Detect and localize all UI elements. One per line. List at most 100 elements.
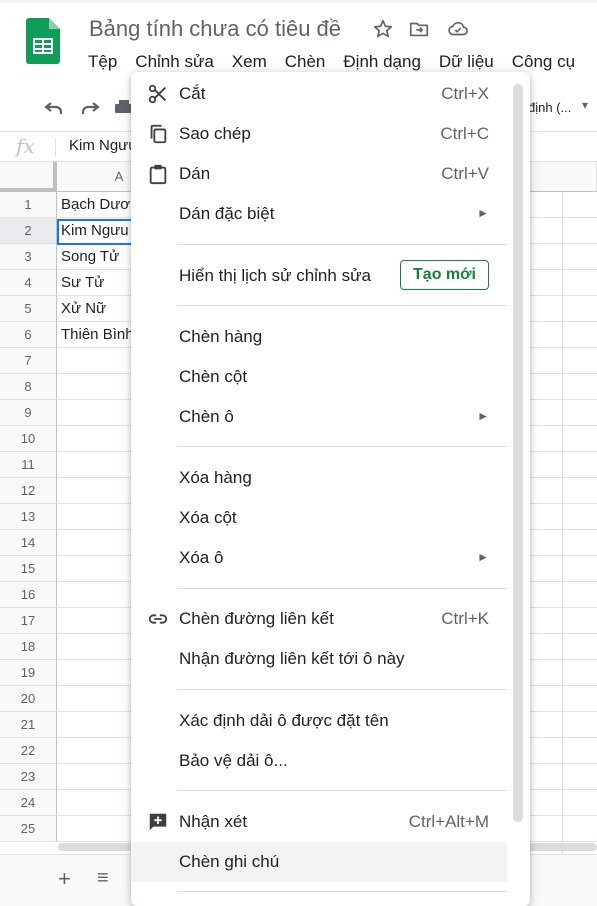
row-header[interactable]: 25 bbox=[0, 816, 57, 842]
menu-format[interactable]: Định dạng bbox=[343, 52, 421, 74]
row-header[interactable]: 16 bbox=[0, 582, 57, 608]
row-header[interactable]: 15 bbox=[0, 556, 57, 582]
menu-label: Cắt bbox=[179, 84, 206, 103]
menu-shortcut: Ctrl+K bbox=[441, 609, 489, 628]
menu-shortcut: Ctrl+V bbox=[441, 164, 489, 183]
menu-edit[interactable]: Chỉnh sửa bbox=[135, 52, 213, 74]
row-header[interactable]: 4 bbox=[0, 270, 57, 296]
submenu-arrow-icon: ► bbox=[477, 550, 489, 564]
new-button[interactable]: Tạo mới bbox=[400, 260, 489, 290]
menu-label: Nhận đường liên kết tới ô này bbox=[179, 649, 405, 668]
move-folder-icon[interactable] bbox=[408, 18, 430, 40]
row-header[interactable]: 3 bbox=[0, 244, 57, 270]
context-menu: Cắt Ctrl+X Sao chép Ctrl+C Dán Ctrl+V Dá… bbox=[131, 72, 530, 906]
menu-item-insert-cells[interactable]: Chèn ô ► bbox=[131, 397, 507, 437]
menu-item-comment[interactable]: Nhận xét Ctrl+Alt+M bbox=[131, 802, 507, 842]
menu-item-insert-column[interactable]: Chèn cột bbox=[131, 357, 507, 397]
row-header[interactable]: 19 bbox=[0, 660, 57, 686]
row-header[interactable]: 23 bbox=[0, 764, 57, 790]
top-border bbox=[0, 0, 597, 3]
menu-label: Chèn ghi chú bbox=[179, 852, 280, 871]
all-sheets-icon[interactable]: ≡ bbox=[97, 867, 109, 890]
menu-data[interactable]: Dữ liệu bbox=[439, 52, 494, 74]
fx-icon: fx bbox=[16, 134, 35, 158]
menu-item-insert-note[interactable]: Chèn ghi chú bbox=[131, 842, 507, 882]
menu-view[interactable]: Xem bbox=[232, 52, 267, 74]
menu-label: Sao chép bbox=[179, 124, 251, 143]
menu-separator bbox=[177, 305, 507, 306]
row-header[interactable]: 21 bbox=[0, 712, 57, 738]
copy-icon bbox=[150, 124, 167, 144]
menu-label: Xóa ô bbox=[179, 548, 224, 567]
link-icon bbox=[148, 614, 168, 624]
row-header[interactable]: 5 bbox=[0, 296, 57, 322]
font-dropdown-caret-icon[interactable]: ▾ bbox=[582, 98, 588, 112]
menu-item-insert-link[interactable]: Chèn đường liên kết Ctrl+K bbox=[131, 599, 507, 639]
undo-icon[interactable] bbox=[42, 96, 66, 120]
menu-item-named-range[interactable]: Xác định dải ô được đặt tên bbox=[131, 701, 507, 741]
document-title[interactable]: Bảng tính chưa có tiêu đề bbox=[89, 16, 341, 42]
menu-scrollbar[interactable] bbox=[513, 84, 523, 822]
row-header[interactable]: 8 bbox=[0, 374, 57, 400]
row-header[interactable]: 12 bbox=[0, 478, 57, 504]
menu-label: Dán bbox=[179, 164, 211, 183]
formula-input[interactable]: Kim Ngưu bbox=[69, 137, 137, 154]
row-header[interactable]: 6 bbox=[0, 322, 57, 348]
row-header[interactable]: 14 bbox=[0, 530, 57, 556]
menu-item-cut[interactable]: Cắt Ctrl+X bbox=[131, 74, 507, 114]
menu-item-delete-cells[interactable]: Xóa ô ► bbox=[131, 538, 507, 578]
menu-item-copy[interactable]: Sao chép Ctrl+C bbox=[131, 114, 507, 154]
menu-separator bbox=[177, 244, 507, 245]
menu-separator bbox=[177, 891, 507, 892]
menu-label: Dán đặc biệt bbox=[179, 204, 275, 223]
menu-item-paste[interactable]: Dán Ctrl+V bbox=[131, 154, 507, 194]
redo-icon[interactable] bbox=[78, 96, 102, 120]
submenu-arrow-icon: ► bbox=[477, 409, 489, 423]
row-header[interactable]: 24 bbox=[0, 790, 57, 816]
menu-separator bbox=[177, 790, 507, 791]
menu-label: Xóa hàng bbox=[179, 468, 252, 487]
clipboard-icon bbox=[149, 164, 167, 185]
menu-item-paste-special[interactable]: Dán đặc biệt ► bbox=[131, 194, 507, 234]
menu-separator bbox=[177, 588, 507, 589]
row-header[interactable]: 2 bbox=[0, 218, 57, 244]
select-all-corner[interactable] bbox=[0, 162, 57, 192]
row-header[interactable]: 18 bbox=[0, 634, 57, 660]
row-header[interactable]: 13 bbox=[0, 504, 57, 530]
row-header[interactable]: 10 bbox=[0, 426, 57, 452]
row-header[interactable]: 11 bbox=[0, 452, 57, 478]
menu-label: Chèn hàng bbox=[179, 327, 263, 346]
row-header[interactable]: 22 bbox=[0, 738, 57, 764]
row-header[interactable]: 9 bbox=[0, 400, 57, 426]
menu-item-delete-row[interactable]: Xóa hàng bbox=[131, 458, 507, 498]
menu-shortcut: Ctrl+C bbox=[440, 124, 489, 143]
star-icon[interactable] bbox=[372, 18, 394, 40]
submenu-arrow-icon: ► bbox=[477, 206, 489, 220]
menu-item-delete-column[interactable]: Xóa cột bbox=[131, 498, 507, 538]
sheets-logo-icon[interactable] bbox=[26, 18, 60, 64]
menu-separator bbox=[177, 446, 507, 447]
menu-label: Chèn cột bbox=[179, 367, 248, 386]
menu-label: Nhận xét bbox=[179, 812, 248, 831]
menu-label: Xóa cột bbox=[179, 508, 237, 527]
menu-item-get-link[interactable]: Nhận đường liên kết tới ô này bbox=[131, 639, 507, 679]
menu-label: Xác định dải ô được đặt tên bbox=[179, 711, 389, 730]
menu-item-insert-row[interactable]: Chèn hàng bbox=[131, 317, 507, 357]
row-header[interactable]: 17 bbox=[0, 608, 57, 634]
row-header[interactable]: 7 bbox=[0, 348, 57, 374]
menu-shortcut: Ctrl+X bbox=[441, 84, 489, 103]
cloud-saved-icon[interactable] bbox=[447, 18, 469, 40]
font-select[interactable]: định (... bbox=[528, 100, 571, 115]
add-comment-icon bbox=[149, 813, 167, 831]
menu-label: Chèn ô bbox=[179, 407, 234, 426]
menu-file[interactable]: Tệp bbox=[88, 52, 117, 74]
menu-item-protect-range[interactable]: Bảo vệ dải ô... bbox=[131, 741, 507, 781]
menu-tools[interactable]: Công cụ bbox=[512, 52, 575, 74]
row-header[interactable]: 1 bbox=[0, 192, 57, 218]
row-header[interactable]: 20 bbox=[0, 686, 57, 712]
formula-divider bbox=[55, 138, 56, 156]
add-sheet-icon[interactable]: + bbox=[58, 866, 71, 892]
menu-label: Chèn đường liên kết bbox=[179, 609, 334, 628]
menu-shortcut: Ctrl+Alt+M bbox=[408, 812, 489, 831]
menu-insert[interactable]: Chèn bbox=[285, 52, 326, 74]
